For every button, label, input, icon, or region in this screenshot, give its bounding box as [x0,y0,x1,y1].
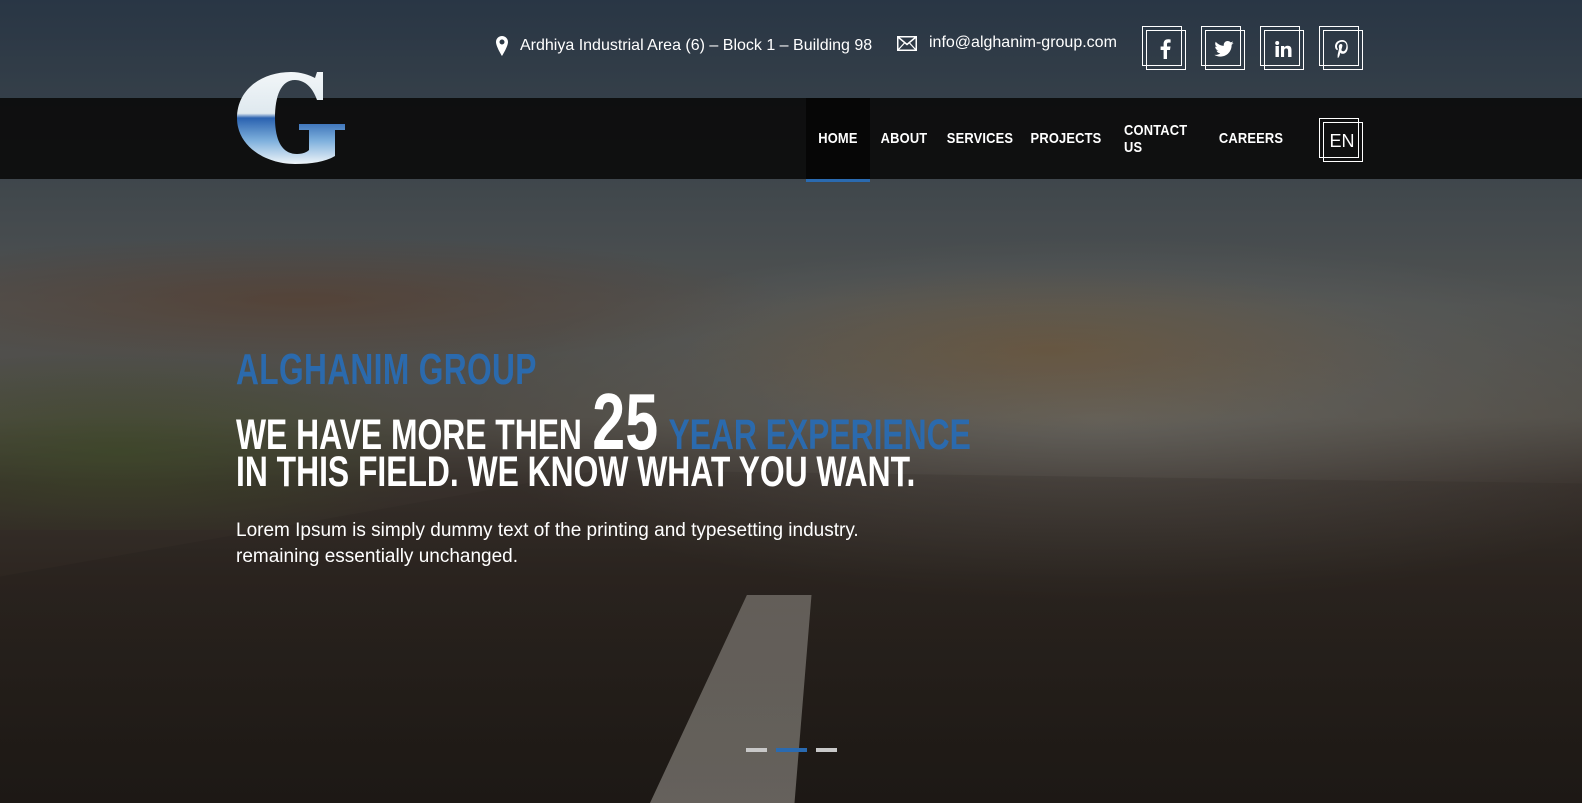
hero-headline-line2: IN THIS FIELD. WE KNOW WHAT YOU WANT. [236,448,916,496]
nav-home[interactable]: HOME [806,98,870,179]
slider-dot-3[interactable] [816,748,837,752]
address-text: Ardhiya Industrial Area (6) – Block 1 – … [520,37,873,54]
twitter-button[interactable] [1201,26,1245,70]
g-logo-icon [237,72,345,164]
nav-careers[interactable]: CAREERS [1219,98,1283,179]
facebook-button[interactable] [1142,26,1186,70]
facebook-icon [1146,30,1184,68]
linkedin-button[interactable] [1260,26,1304,70]
nav-contact-us[interactable]: CONTACT US [1124,98,1198,179]
twitter-icon [1205,30,1243,68]
pinterest-button[interactable] [1319,26,1363,70]
hero-description-line2: remaining essentially unchanged. [236,546,519,567]
contact-email[interactable]: info@alghanim-group.com [897,34,1117,52]
nav-home-label: HOME [818,130,858,147]
email-link[interactable]: info@alghanim-group.com [929,34,1117,52]
slider-dot-2-active[interactable] [776,748,807,752]
nav-services[interactable]: SERVICES [947,98,1013,179]
slider-dot-1[interactable] [746,748,767,752]
nav-projects[interactable]: PROJECTS [1031,98,1102,179]
pinterest-icon [1323,30,1361,68]
company-logo[interactable] [237,70,347,165]
hero-description: Lorem Ipsum is simply dummy text of the … [236,518,956,570]
hero-description-line1: Lorem Ipsum is simply dummy text of the … [236,520,859,541]
contact-address: Ardhiya Industrial Area (6) – Block 1 – … [496,36,872,56]
linkedin-icon [1264,30,1302,68]
nav-about[interactable]: ABOUT [880,98,928,179]
envelope-icon [897,35,917,51]
location-pin-icon [496,36,508,56]
active-nav-indicator [806,179,870,182]
language-switcher[interactable]: EN [1319,118,1363,162]
language-label: EN [1329,130,1355,151]
